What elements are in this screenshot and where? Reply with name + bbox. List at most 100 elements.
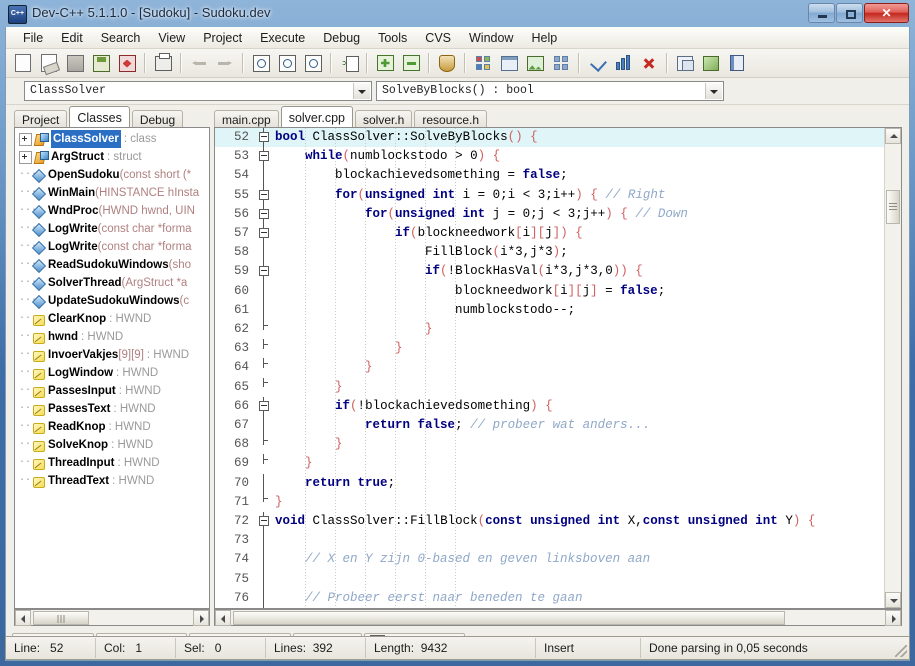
editor-horizontal-scrollbar[interactable] (214, 609, 902, 626)
fold-gutter[interactable] (259, 550, 273, 570)
code-line[interactable]: 71} (215, 492, 901, 512)
code-line[interactable]: 76 // Probeer eerst naar beneden te gaan (215, 588, 901, 608)
class-tree-item[interactable]: ···· ThreadInput : HWND (15, 454, 209, 472)
code-line[interactable]: 72 void ClassSolver::FillBlock(const unsi… (215, 512, 901, 532)
code-line[interactable]: 55 for(unsigned int i = 0;i < 3;i++) { /… (215, 185, 901, 205)
class-tree-item[interactable]: ···· PassesText : HWND (15, 400, 209, 418)
help-button[interactable] (725, 52, 749, 75)
fold-gutter[interactable] (259, 243, 273, 263)
class-tree-item[interactable]: ···· ReadSudokuWindows (sho (15, 256, 209, 274)
resource-button[interactable] (523, 52, 547, 75)
resize-grip-icon[interactable] (895, 645, 907, 657)
fold-gutter[interactable] (259, 377, 273, 397)
chevron-down-icon[interactable] (353, 83, 370, 99)
fold-gutter[interactable] (259, 473, 273, 493)
class-tree[interactable]: ClassSolver : class ArgStruct : struct ···… (15, 128, 209, 490)
fold-gutter[interactable] (259, 358, 273, 377)
class-tree-item[interactable]: ···· hwnd : HWND (15, 328, 209, 346)
fold-collapse-icon[interactable] (259, 266, 269, 277)
class-tree-item[interactable]: ···· WinMain (HINSTANCE hInsta (15, 184, 209, 202)
fold-gutter[interactable] (259, 128, 273, 148)
new-file-button[interactable] (11, 52, 35, 75)
code-line[interactable]: 54 blockachievedsomething = false; (215, 166, 901, 186)
menu-item-search[interactable]: Search (92, 28, 150, 48)
expand-icon[interactable] (19, 150, 32, 164)
fold-gutter[interactable] (259, 454, 273, 473)
chevron-down-icon[interactable] (705, 83, 722, 99)
code-line[interactable]: 62 } (215, 320, 901, 339)
code-line[interactable]: 70 return true; (215, 473, 901, 493)
find-button[interactable] (249, 52, 273, 75)
class-tree-item[interactable]: ···· ThreadText : HWND (15, 472, 209, 490)
code-line[interactable]: 67 return false; // probeer wat anders..… (215, 416, 901, 436)
code-line[interactable]: 56 for(unsigned int j = 0;j < 3;j++) { /… (215, 204, 901, 224)
class-tree-item[interactable]: ···· LogWrite (const char *forma (15, 238, 209, 256)
fold-collapse-icon[interactable] (259, 400, 269, 411)
code-line[interactable]: 75 (215, 569, 901, 589)
class-tree-item[interactable]: ···· InvoerVakjes [9][9] : HWND (15, 346, 209, 364)
tab-classes[interactable]: Classes (69, 106, 130, 129)
menu-item-project[interactable]: Project (194, 28, 251, 48)
menu-item-file[interactable]: File (14, 28, 52, 48)
class-tree-item[interactable]: ···· SolverThread (ArgStruct *a (15, 274, 209, 292)
editor-scroll-thumb[interactable] (233, 611, 785, 625)
project-window-button[interactable] (497, 52, 521, 75)
fold-gutter[interactable] (259, 492, 273, 512)
minimize-button[interactable] (808, 3, 835, 23)
code-line[interactable]: 53 while(numblockstodo > 0) { (215, 147, 901, 167)
menu-item-tools[interactable]: Tools (369, 28, 416, 48)
fold-gutter[interactable] (259, 262, 273, 282)
menu-item-edit[interactable]: Edit (52, 28, 92, 48)
fold-gutter[interactable] (259, 166, 273, 186)
redo-button[interactable] (213, 52, 237, 75)
menu-item-help[interactable]: Help (522, 28, 566, 48)
member-selector-combo[interactable]: SolveByBlocks() : bool (376, 81, 724, 101)
goto-line-button[interactable] (337, 52, 361, 75)
tab-solver-cpp[interactable]: solver.cpp (280, 106, 353, 129)
fold-gutter[interactable] (259, 416, 273, 436)
print-button[interactable] (151, 52, 175, 75)
code-line[interactable]: 63 } (215, 339, 901, 358)
view-toggle-button[interactable] (549, 52, 573, 75)
code-line[interactable]: 60 blockneedwork[i][j] = false; (215, 281, 901, 301)
replace-button[interactable] (301, 52, 325, 75)
new-project-button[interactable] (471, 52, 495, 75)
run-button[interactable] (673, 52, 697, 75)
fold-gutter[interactable] (259, 320, 273, 339)
editor-vertical-scrollbar[interactable] (884, 128, 901, 608)
class-tree-item[interactable]: ClassSolver : class (15, 130, 209, 148)
code-line[interactable]: 65 } (215, 377, 901, 397)
browser-scroll-left-button[interactable] (15, 610, 31, 626)
compile-and-run-button[interactable] (699, 52, 723, 75)
fold-collapse-icon[interactable] (259, 228, 269, 238)
fold-gutter[interactable] (259, 396, 273, 416)
stop-execution-button[interactable] (637, 52, 661, 75)
code-editor[interactable]: 52 bool ClassSolver::SolveByBlocks() {53 … (215, 128, 901, 608)
code-line[interactable]: 52 bool ClassSolver::SolveByBlocks() { (215, 128, 901, 148)
code-line[interactable]: 61 numblockstodo--; (215, 300, 901, 320)
code-line[interactable]: 57 if(blockneedwork[i][j]) { (215, 224, 901, 244)
undo-button[interactable] (187, 52, 211, 75)
maximize-button[interactable] (836, 3, 863, 23)
project-options-button[interactable] (435, 52, 459, 75)
class-tree-item[interactable]: ···· PassesInput : HWND (15, 382, 209, 400)
fold-gutter[interactable] (259, 204, 273, 224)
fold-collapse-icon[interactable] (259, 208, 269, 219)
code-line[interactable]: 74 // X en Y zijn 0-based en geven links… (215, 550, 901, 570)
fold-collapse-icon[interactable] (259, 516, 269, 526)
remove-from-project-button[interactable] (399, 52, 423, 75)
open-file-button[interactable] (37, 52, 61, 75)
fold-gutter[interactable] (259, 147, 273, 167)
code-line[interactable]: 69 } (215, 454, 901, 473)
class-tree-item[interactable]: ···· OpenSudoku (const short (* (15, 166, 209, 184)
menu-item-view[interactable]: View (149, 28, 194, 48)
profile-analysis-button[interactable] (611, 52, 635, 75)
menu-item-window[interactable]: Window (460, 28, 522, 48)
code-line[interactable]: 73 (215, 531, 901, 551)
fold-gutter[interactable] (259, 281, 273, 301)
class-selector-combo[interactable]: ClassSolver (24, 81, 372, 101)
scroll-down-button[interactable] (885, 592, 901, 608)
scroll-up-button[interactable] (885, 128, 901, 144)
close-button[interactable]: ✕ (864, 3, 909, 23)
class-tree-item[interactable]: ···· UpdateSudokuWindows (c (15, 292, 209, 310)
